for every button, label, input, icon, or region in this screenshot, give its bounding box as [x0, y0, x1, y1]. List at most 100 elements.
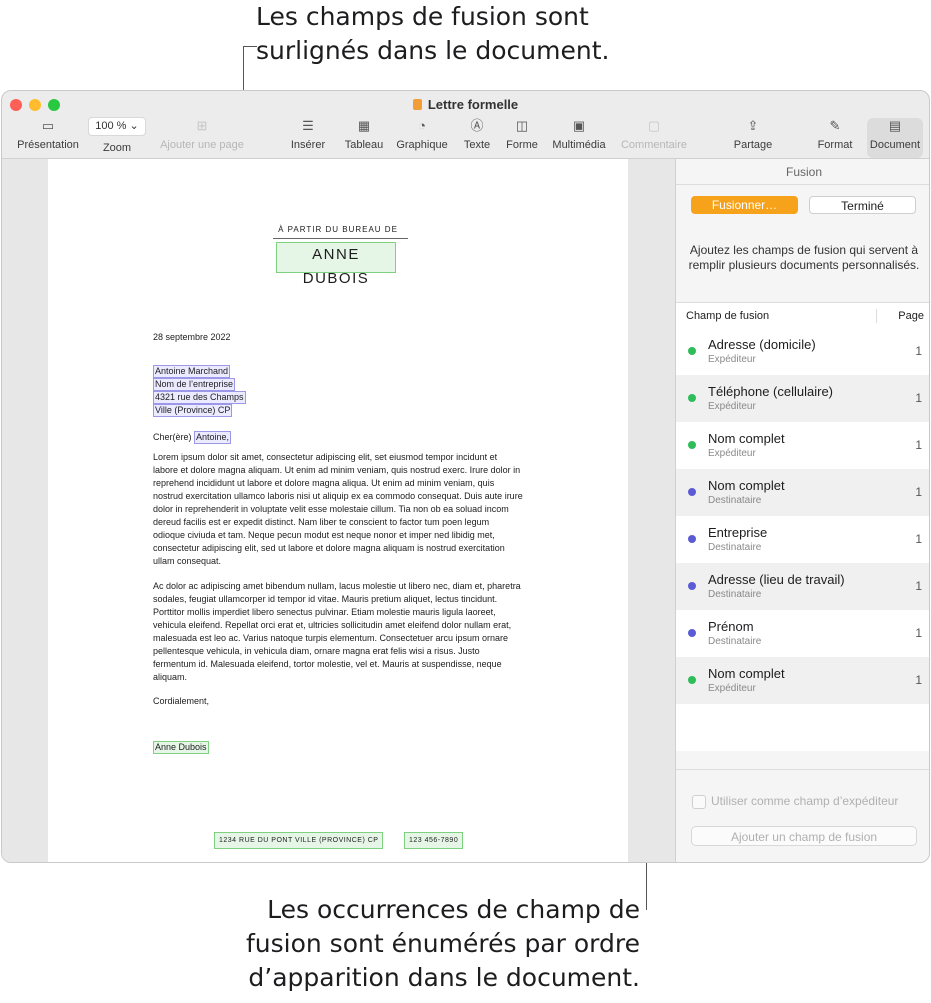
share-icon: ⇪: [747, 118, 759, 133]
use-as-sender-checkbox[interactable]: [692, 795, 706, 809]
callout-top-line1: Les champs de fusion sont: [256, 2, 589, 31]
field-role: Expéditeur: [708, 448, 756, 459]
field-page: 1: [915, 391, 922, 405]
merge-field-row[interactable]: Adresse (domicile) Expéditeur 1: [676, 328, 929, 375]
field-name: Adresse (domicile): [708, 337, 816, 352]
document-canvas[interactable]: À PARTIR DU BUREAU DE ANNE DUBOIS 28 sep…: [2, 158, 675, 862]
callout-highlighted-fields: Les champs de fusion sont surlignés dans…: [256, 0, 609, 68]
merge-fields-header: Champ de fusion Page: [676, 302, 929, 330]
signature-merge-field[interactable]: Anne Dubois: [153, 741, 209, 754]
merge-field-row[interactable]: Prénom Destinataire 1: [676, 610, 929, 657]
table-button[interactable]: ▦ Tableau: [341, 117, 387, 151]
recipient-dot-icon: [688, 629, 696, 637]
window-title-text: Lettre formelle: [427, 97, 519, 112]
merge-button[interactable]: Fusionner…: [691, 196, 798, 214]
street-merge-field[interactable]: 4321 rue des Champs: [153, 391, 246, 404]
text-box-icon: Ⓐ: [470, 118, 484, 133]
title-bar: Lettre formelle: [2, 91, 929, 115]
field-role: Destinataire: [708, 636, 762, 647]
field-name: Téléphone (cellulaire): [708, 384, 834, 399]
from-office-label: À PARTIR DU BUREAU DE: [278, 225, 398, 234]
first-name-merge-field[interactable]: Antoine,: [194, 431, 232, 444]
document-icon: [412, 99, 422, 110]
sidebar-bottom-divider: [676, 769, 929, 770]
empty-list-area: [676, 704, 929, 751]
field-page: 1: [915, 673, 922, 687]
sidebar-icon: ▭: [41, 118, 55, 133]
document-page[interactable]: À PARTIR DU BUREAU DE ANNE DUBOIS 28 sep…: [48, 159, 628, 862]
salutation-prefix: Cher(ère): [153, 432, 195, 442]
sidebar-divider: [676, 184, 929, 185]
footer-address-merge-field[interactable]: 1234 RUE DU PONT VILLE (PROVINCE) CP: [214, 832, 384, 849]
sender-dot-icon: [688, 347, 696, 355]
chart-button[interactable]: ◔ Graphique: [394, 117, 450, 151]
format-label: Format: [817, 139, 853, 151]
comment-icon: ▢: [647, 118, 661, 133]
pie-chart-icon: ◔: [418, 118, 426, 133]
merge-field-row[interactable]: Entreprise Destinataire 1: [676, 516, 929, 563]
presentation-button[interactable]: ▭ Présentation: [14, 117, 82, 151]
recipient-address-block: Antoine Marchand Nom de l’entreprise 432…: [153, 365, 246, 417]
shape-icon: ◫: [515, 118, 529, 133]
field-page: 1: [915, 532, 922, 546]
toolbar: ▭ Présentation 100 % ⌄ Zoom ⊞ Ajouter une p…: [2, 117, 929, 157]
callout-top-line2: surlignés dans le document.: [256, 36, 610, 65]
recipient-name-merge-field[interactable]: Antoine Marchand: [153, 365, 231, 378]
merge-field-row[interactable]: Adresse (lieu de travail) Destinataire 1: [676, 563, 929, 610]
recipient-dot-icon: [688, 582, 696, 590]
sender-dot-icon: [688, 394, 696, 402]
merge-field-row[interactable]: Nom complet Expéditeur 1: [676, 657, 929, 704]
plus-square-icon: ⊞: [196, 118, 208, 133]
signature-line: Anne Dubois: [153, 741, 523, 754]
company-merge-field[interactable]: Nom de l’entreprise: [153, 378, 236, 391]
merge-field-row[interactable]: Téléphone (cellulaire) Expéditeur 1: [676, 375, 929, 422]
merge-field-row[interactable]: Nom complet Destinataire 1: [676, 469, 929, 516]
col-header-field[interactable]: Champ de fusion: [686, 310, 769, 322]
comment-button[interactable]: ▢ Commentaire: [618, 117, 690, 151]
document-button[interactable]: ▤ Document: [867, 117, 923, 151]
document-label: Document: [869, 139, 921, 151]
merge-field-row[interactable]: Nom complet Expéditeur 1: [676, 422, 929, 469]
field-page: 1: [915, 438, 922, 452]
add-page-label: Ajouter une page: [160, 139, 244, 151]
field-name: Entreprise: [708, 525, 768, 540]
zoom-control[interactable]: 100 % ⌄ Zoom: [88, 117, 146, 154]
column-separator: [876, 309, 877, 323]
zoom-select[interactable]: 100 % ⌄: [88, 117, 146, 136]
body-paragraph-2: Ac dolor ac adipiscing amet bibendum nul…: [153, 581, 521, 682]
city-merge-field[interactable]: Ville (Province) CP: [153, 404, 233, 417]
footer-phone-merge-field[interactable]: 123 456-7890: [404, 832, 464, 849]
callout-line-top-tick: [243, 46, 257, 47]
share-button[interactable]: ⇪ Partage: [730, 117, 776, 151]
closing: Cordialement,: [153, 696, 210, 706]
document-icon: ▤: [888, 118, 902, 133]
insert-button[interactable]: ☰ Insérer: [285, 117, 331, 151]
field-name: Nom complet: [708, 666, 785, 681]
callout-bottom-line1: Les occurrences de champ de: [267, 895, 640, 924]
table-icon: ▦: [357, 118, 371, 133]
use-as-sender-label: Utiliser comme champ d’expéditeur: [711, 794, 899, 808]
field-role: Expéditeur: [708, 354, 756, 365]
format-button[interactable]: ✎ Format: [814, 117, 856, 151]
text-label: Texte: [463, 139, 491, 151]
add-merge-field-button[interactable]: Ajouter un champ de fusion: [691, 826, 917, 846]
sidebar-description: Ajoutez les champs de fusion qui servent…: [688, 243, 920, 272]
field-page: 1: [915, 344, 922, 358]
done-button[interactable]: Terminé: [809, 196, 916, 214]
col-header-page[interactable]: Page: [898, 310, 924, 322]
mail-merge-sidebar: Fusion Fusionner… Terminé Ajoutez les ch…: [675, 158, 929, 862]
media-button[interactable]: ▣ Multimédia: [548, 117, 610, 151]
recipient-dot-icon: [688, 535, 696, 543]
field-page: 1: [915, 626, 922, 640]
salutation: Cher(ère) Antoine,: [153, 431, 523, 444]
sender-name-merge-field[interactable]: ANNE DUBOIS: [276, 242, 396, 287]
text-button[interactable]: Ⓐ Texte: [459, 117, 495, 151]
add-page-button[interactable]: ⊞ Ajouter une page: [158, 117, 246, 151]
shape-button[interactable]: ◫ Forme: [503, 117, 541, 151]
field-role: Destinataire: [708, 589, 762, 600]
field-name: Nom complet: [708, 478, 785, 493]
letter-date: 28 septembre 2022: [153, 332, 231, 342]
callout-field-occurrences: Les occurrences de champ de fusion sont …: [246, 893, 640, 995]
header-rule: [273, 238, 408, 239]
field-role: Expéditeur: [708, 401, 756, 412]
